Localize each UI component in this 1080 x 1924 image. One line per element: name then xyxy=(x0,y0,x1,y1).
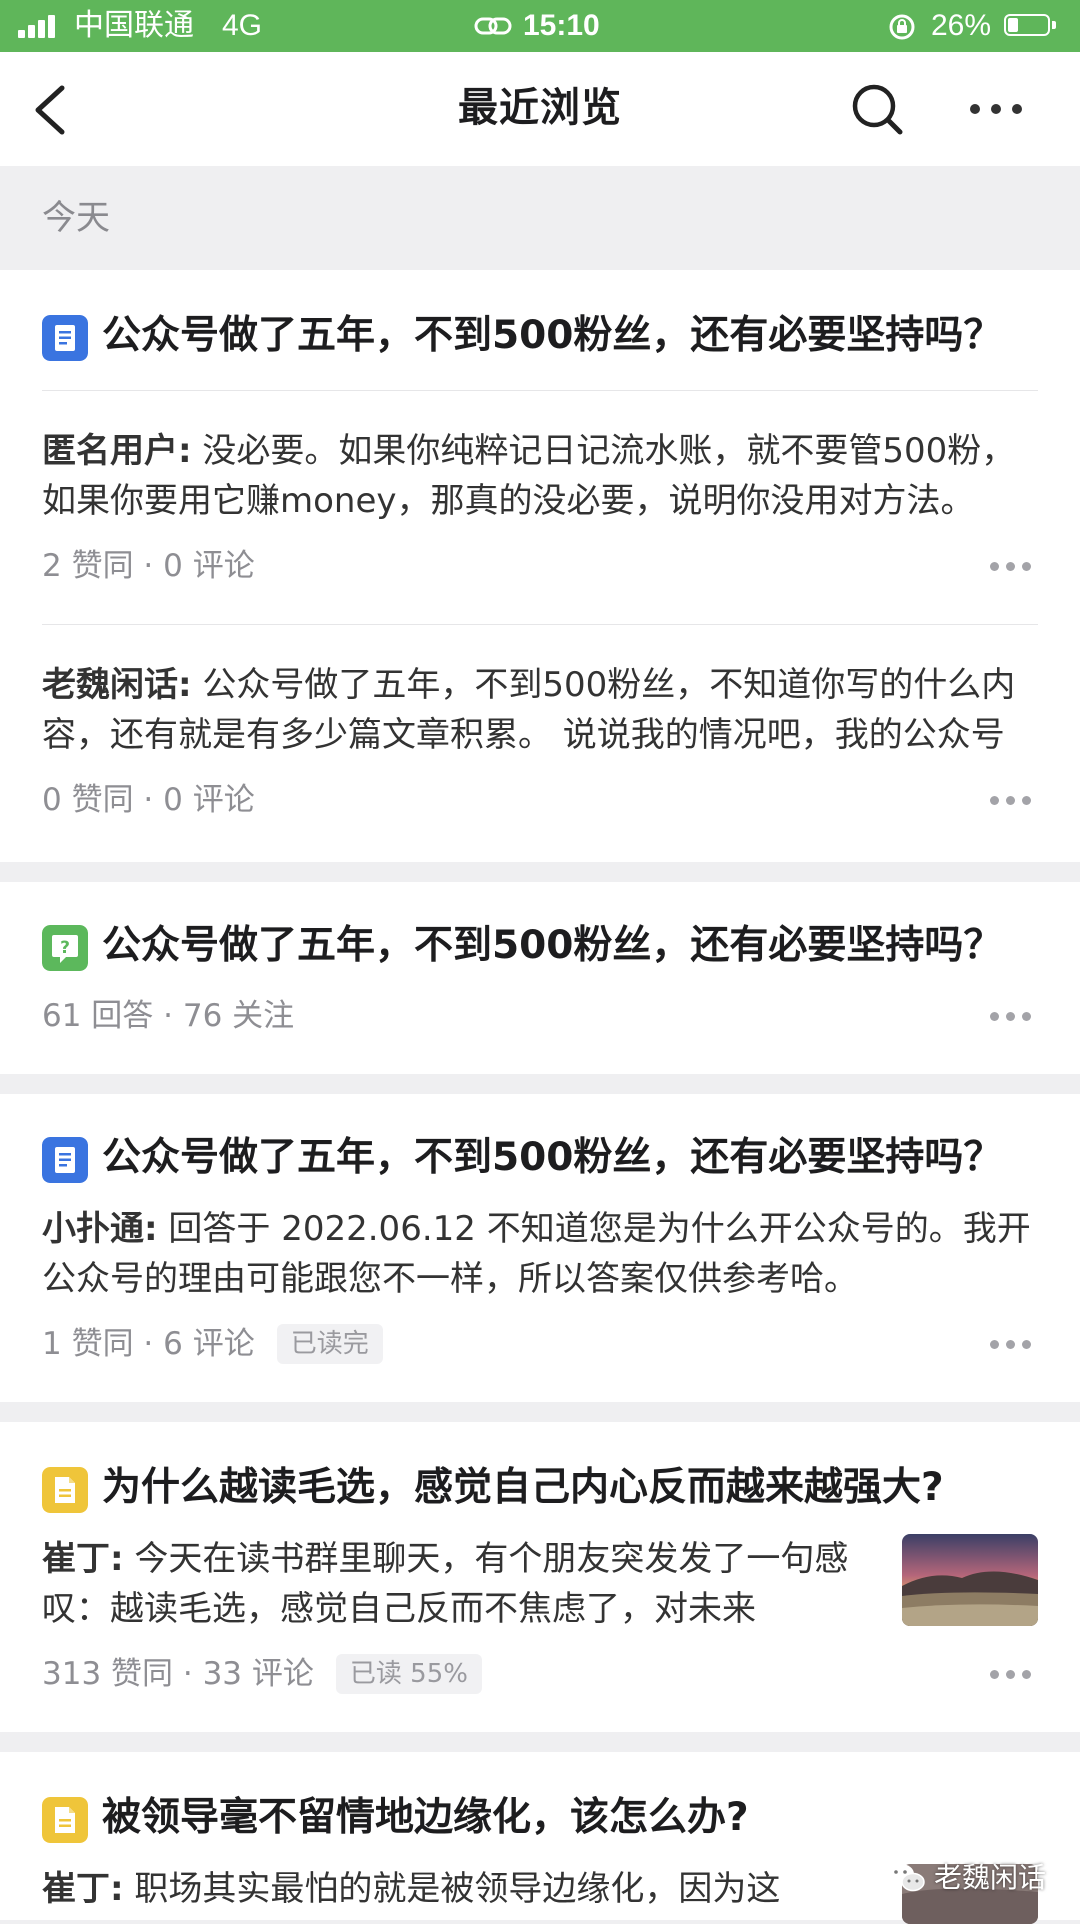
clock: 15:10 xyxy=(523,9,600,42)
more-dots-icon[interactable] xyxy=(990,562,1032,574)
answer-excerpt[interactable]: 老魏闲话: 公众号做了五年，不到500粉丝，不知道你写的什么内容，还有就是有多少… xyxy=(42,660,1038,760)
answer-excerpt[interactable]: 崔丁: 职场其实最怕的就是被领导边缘化，因为这 xyxy=(42,1864,862,1914)
card-title-row[interactable]: 被领导毫不留情地边缘化，该怎么办? xyxy=(42,1788,1038,1848)
card-title-row[interactable]: 公众号做了五年，不到500粉丝，还有必要坚持吗？ xyxy=(42,1128,1038,1188)
network-type: 4G xyxy=(222,9,263,42)
history-card[interactable]: 为什么越读毛选，感觉自己内心反而越来越强大? 崔丁: 今天在读书群里聊天，有个朋… xyxy=(0,1422,1080,1732)
wechat-icon xyxy=(888,1864,925,1892)
card-title[interactable]: 公众号做了五年，不到500粉丝，还有必要坚持吗？ xyxy=(102,916,1038,976)
answer-stats: 2 赞同 · 0 评论 xyxy=(42,548,255,584)
more-dots-icon[interactable] xyxy=(990,796,1032,808)
search-icon[interactable] xyxy=(850,82,906,138)
more-dots-icon[interactable] xyxy=(990,1012,1032,1024)
card-title[interactable]: 公众号做了五年，不到500粉丝，还有必要坚持吗？ xyxy=(102,1128,1038,1188)
svg-text:?: ? xyxy=(60,938,70,958)
watermark-text: 老魏闲话 xyxy=(934,1862,1047,1893)
card-title-row[interactable]: 公众号做了五年，不到500粉丝，还有必要坚持吗？ xyxy=(42,306,1038,366)
question-icon: ? xyxy=(42,925,88,971)
answer-author: 匿名用户: xyxy=(42,431,192,471)
divider xyxy=(42,390,1038,391)
answer-excerpt[interactable]: 小扑通: 回答于 2022.06.12 不知道您是为什么开公众号的。我开公众号的… xyxy=(42,1204,1038,1304)
stats-text: 313 赞同 · 33 评论 xyxy=(42,1656,314,1692)
read-status-badge: 已读完 xyxy=(276,1324,383,1364)
card-title-row[interactable]: 为什么越读毛选，感觉自己内心反而越来越强大? xyxy=(42,1458,1038,1518)
status-bar: 中国联通 4G 15:10 26% xyxy=(0,0,1080,52)
history-card[interactable]: ? 公众号做了五年，不到500粉丝，还有必要坚持吗？ 61 回答 · 76 关注 xyxy=(0,882,1080,1074)
answer-text: 职场其实最怕的就是被领导边缘化，因为这 xyxy=(123,1869,781,1909)
answer-text: 今天在读书群里聊天，有个朋友突发发了一句感叹：越读毛选，感觉自己反而不焦虑了，对… xyxy=(42,1539,849,1629)
history-card[interactable]: 公众号做了五年，不到500粉丝，还有必要坚持吗？ 小扑通: 回答于 2022.0… xyxy=(0,1094,1080,1402)
more-dots-icon[interactable] xyxy=(966,100,1026,120)
answer-text: 回答于 2022.06.12 不知道您是为什么开公众号的。我开公众号的理由可能跟… xyxy=(42,1209,1031,1299)
answer-stats: 1 赞同 · 6 评论 已读完 xyxy=(42,1322,383,1366)
document-icon xyxy=(42,1137,88,1183)
history-card[interactable]: 公众号做了五年，不到500粉丝，还有必要坚持吗？ 匿名用户: 没必要。如果你纯粹… xyxy=(0,270,1080,862)
battery-icon xyxy=(1004,14,1058,38)
divider xyxy=(42,624,1038,625)
card-title[interactable]: 公众号做了五年，不到500粉丝，还有必要坚持吗？ xyxy=(102,306,1038,366)
answer-author: 崔丁: xyxy=(42,1539,124,1579)
answer-author: 小扑通: xyxy=(42,1209,158,1249)
more-dots-icon[interactable] xyxy=(990,1340,1032,1352)
sunset-landscape-image[interactable] xyxy=(902,1534,1038,1626)
link-icon xyxy=(474,17,512,35)
card-title-row[interactable]: ? 公众号做了五年，不到500粉丝，还有必要坚持吗？ xyxy=(42,916,1038,976)
note-icon xyxy=(42,1797,88,1843)
answer-stats: 313 赞同 · 33 评论 已读 55% xyxy=(42,1652,482,1696)
section-header: 今天 xyxy=(0,166,1080,270)
answer-author: 老魏闲话: xyxy=(42,665,192,705)
answer-author: 崔丁: xyxy=(42,1869,124,1909)
nav-bar: 最近浏览 xyxy=(0,52,1080,166)
card-title[interactable]: 为什么越读毛选，感觉自己内心反而越来越强大? xyxy=(102,1458,1038,1518)
note-icon xyxy=(42,1467,88,1513)
carrier-name: 中国联通 xyxy=(74,9,194,42)
document-icon xyxy=(42,315,88,361)
read-progress-badge: 已读 55% xyxy=(335,1654,482,1694)
answer-excerpt[interactable]: 崔丁: 今天在读书群里聊天，有个朋友突发发了一句感叹：越读毛选，感觉自己反而不焦… xyxy=(42,1534,862,1634)
more-dots-icon[interactable] xyxy=(990,1670,1032,1682)
question-stats: 61 回答 · 76 关注 xyxy=(42,998,295,1034)
section-label-today: 今天 xyxy=(42,198,110,238)
orientation-lock-icon xyxy=(889,14,915,40)
stats-text: 1 赞同 · 6 评论 xyxy=(42,1326,255,1362)
answer-stats: 0 赞同 · 0 评论 xyxy=(42,782,255,818)
page-title: 最近浏览 xyxy=(458,85,622,131)
card-title[interactable]: 被领导毫不留情地边缘化，该怎么办? xyxy=(102,1788,1038,1848)
answer-excerpt[interactable]: 匿名用户: 没必要。如果你纯粹记日记流水账，就不要管500粉，如果你要用它赚mo… xyxy=(42,426,1038,526)
battery-percent: 26% xyxy=(931,9,992,42)
